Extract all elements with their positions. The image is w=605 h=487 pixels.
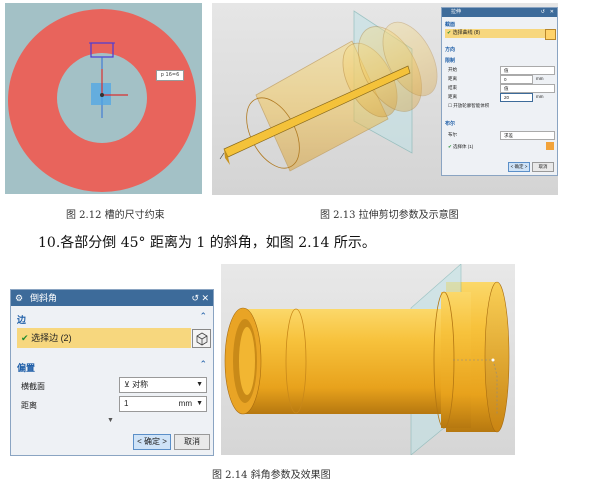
- cross-section-label: 横截面: [21, 382, 45, 391]
- caption-fig-2-14: 图 2.14 斜角参数及效果图: [212, 470, 331, 481]
- dialog-header: ⚙ 倒斜角 ↺ ✕: [11, 290, 213, 306]
- more-options-icon[interactable]: ▼: [107, 417, 114, 424]
- step-10-text: 10.各部分倒 45° 距离为 1 的斜角，如图 2.14 所示。: [38, 235, 376, 251]
- chevron-down-icon[interactable]: ▼: [196, 378, 203, 392]
- distance-label: 距离: [21, 401, 37, 410]
- unit-label[interactable]: mm: [179, 397, 192, 411]
- ok-button[interactable]: < 确定 >: [133, 434, 171, 450]
- panel-title: 拉伸: [451, 9, 462, 15]
- select-curve-field[interactable]: ✔ 选择曲线 (8): [445, 29, 545, 38]
- boolean-section-label[interactable]: 布尔: [445, 120, 455, 127]
- edge-section-label[interactable]: 边: [17, 313, 26, 326]
- chamfered-shaft-3d: [224, 264, 510, 455]
- collapse-icon[interactable]: ⌃: [199, 311, 207, 322]
- ok-button[interactable]: < 确定 >: [508, 162, 530, 172]
- chamfer-result-view: [221, 264, 515, 455]
- end-select[interactable]: 值: [500, 84, 555, 93]
- distance-unit[interactable]: mm: [536, 76, 544, 81]
- direction-label[interactable]: 方向: [445, 46, 455, 53]
- start-label: 开始: [448, 67, 457, 72]
- panel-header: 拉伸 ✕ ↺: [442, 8, 557, 17]
- figure-2-12-slot-constraint: p 16=6: [5, 3, 202, 194]
- cross-section-select[interactable]: ⊻ 对称 ▼: [119, 377, 207, 393]
- distance2-unit[interactable]: mm: [536, 94, 544, 99]
- edge-picker-icon[interactable]: [192, 329, 211, 348]
- shaft: [241, 309, 461, 414]
- end-label: 结束: [448, 85, 457, 90]
- collapse-icon[interactable]: ⌃: [199, 359, 207, 370]
- caption-fig-2-12: 图 2.12 槽的尺寸约束: [66, 210, 165, 221]
- distance2-label: 距离: [448, 94, 457, 99]
- dimension-tag[interactable]: p 16=6: [156, 70, 184, 81]
- gear-icon: ⚙: [15, 293, 24, 303]
- cancel-button[interactable]: 取消: [174, 434, 210, 450]
- reset-icon[interactable]: ↺: [541, 8, 545, 17]
- close-icon[interactable]: ✕: [550, 8, 554, 17]
- sketch-overlay: [89, 42, 128, 118]
- chevron-down-icon[interactable]: ▼: [196, 397, 203, 411]
- distance-input[interactable]: 1 mm ▼: [119, 396, 207, 412]
- figure-2-13-extrude-cut: 拉伸 ✕ ↺ 截面 ✔ 选择曲线 (8) 方向 限制 开始 值 距离 0 mm …: [212, 3, 558, 195]
- select-body[interactable]: ✔ 选择体 (1): [448, 144, 473, 150]
- symmetric-icon: ⊻: [124, 380, 130, 389]
- cancel-button[interactable]: 取消: [532, 162, 554, 172]
- chamfer-dialog: ⚙ 倒斜角 ↺ ✕ 边 ⌃ ✔ 选择边 (2) 偏置 ⌃ 横截面 ⊻ 对称 ▼ …: [10, 289, 214, 456]
- distance2-input[interactable]: 20: [500, 93, 533, 102]
- section-label[interactable]: 截面: [445, 21, 455, 28]
- boolean-label: 布尔: [448, 132, 457, 137]
- distance-input[interactable]: 0: [500, 75, 533, 84]
- start-select[interactable]: 值: [500, 66, 555, 75]
- limits-label[interactable]: 限制: [445, 57, 455, 64]
- open-profile-option[interactable]: ☐ 开放轮廓智能体积: [448, 103, 489, 109]
- select-edge-field[interactable]: ✔ 选择边 (2): [17, 328, 191, 348]
- slot-sketch: [90, 42, 114, 58]
- distance-label: 距离: [448, 76, 457, 81]
- body-icon[interactable]: [546, 142, 554, 150]
- check-icon: ✔: [21, 333, 29, 343]
- caption-fig-2-13: 图 2.13 拉伸剪切参数及示意图: [320, 210, 459, 221]
- boolean-select[interactable]: 求差: [500, 131, 555, 140]
- offset-section-label[interactable]: 偏置: [17, 361, 35, 374]
- close-icon[interactable]: ✕: [201, 290, 209, 306]
- curve-rule-icon[interactable]: [545, 29, 556, 40]
- dialog-title: 倒斜角: [30, 293, 58, 303]
- reset-icon[interactable]: ↺: [191, 290, 199, 306]
- check-icon: ✔: [447, 30, 452, 36]
- extrude-panel: 拉伸 ✕ ↺ 截面 ✔ 选择曲线 (8) 方向 限制 开始 值 距离 0 mm …: [441, 7, 558, 176]
